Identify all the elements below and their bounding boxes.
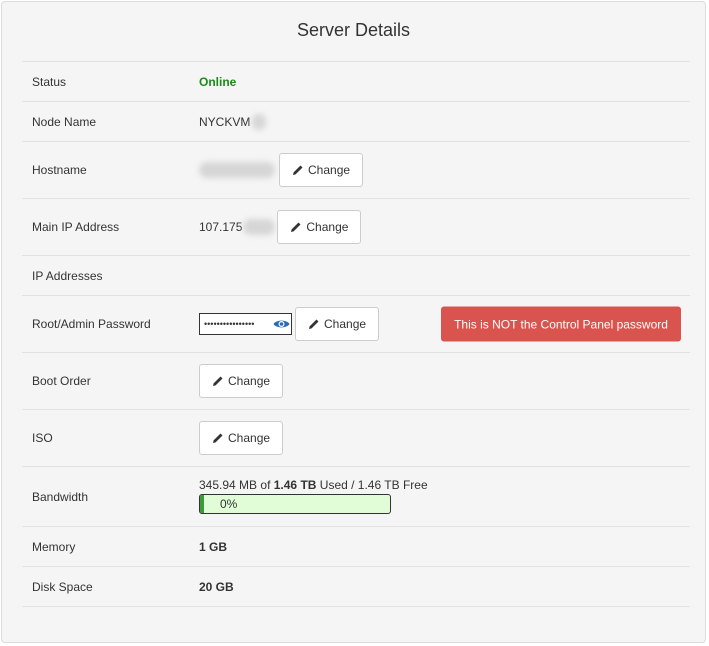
pencil-icon: [293, 165, 303, 175]
node-name-value-wrap: NYCKVM: [199, 113, 267, 130]
password-field[interactable]: ••••••••••••••••: [199, 313, 292, 335]
main-ip-value-wrap: 107.175 Change: [199, 210, 362, 244]
main-ip-change-button[interactable]: Change: [277, 210, 362, 244]
row-hostname: Hostname Change: [22, 142, 690, 199]
pencil-icon: [291, 222, 301, 232]
node-name-value: NYCKVM: [199, 114, 251, 129]
bandwidth-percent: 0%: [220, 497, 238, 511]
main-ip-value: 107.175: [199, 220, 243, 234]
row-ip-addresses: IP Addresses: [22, 256, 690, 296]
ip-addresses-label: IP Addresses: [32, 268, 103, 283]
bandwidth-total: 1.46 TB: [273, 478, 317, 492]
row-node-name: Node Name NYCKVM: [22, 102, 690, 142]
pencil-icon: [213, 433, 223, 443]
iso-value-wrap: Change: [199, 421, 284, 455]
hostname-label: Hostname: [32, 163, 87, 177]
details-table: Status Online Node Name NYCKVM Hostname …: [22, 61, 690, 607]
password-label: Root/Admin Password: [32, 317, 151, 331]
pencil-icon: [309, 319, 319, 329]
bandwidth-progress-bar: 0%: [199, 494, 391, 514]
node-name-label: Node Name: [32, 114, 97, 129]
bandwidth-text: 345.94 MB of 1.46 TB Used / 1.46 TB Free: [199, 478, 428, 492]
bandwidth-of: of: [260, 478, 271, 492]
memory-label: Memory: [32, 539, 76, 554]
hostname-value-wrap: Change: [199, 153, 364, 187]
iso-label: ISO: [32, 431, 53, 445]
main-ip-label: Main IP Address: [32, 220, 120, 234]
disk-space-label: Disk Space: [32, 579, 93, 594]
bandwidth-progress-fill: [200, 495, 204, 513]
change-label: Change: [228, 374, 271, 388]
boot-order-change-button[interactable]: Change: [199, 364, 284, 398]
row-main-ip: Main IP Address 107.175 Change: [22, 199, 690, 256]
panel-title: Server Details: [296, 20, 411, 40]
change-label: Change: [228, 431, 271, 445]
row-disk-space: Disk Space 20 GB: [22, 567, 690, 607]
row-iso: ISO Change: [22, 410, 690, 467]
bandwidth-used: 345.94 MB: [199, 478, 258, 492]
change-label: Change: [324, 317, 367, 331]
disk-space-value: 20 GB: [199, 579, 234, 594]
hostname-change-button[interactable]: Change: [279, 153, 364, 187]
memory-value: 1 GB: [199, 539, 228, 554]
bandwidth-suffix: Used / 1.46 TB Free: [319, 478, 428, 492]
boot-order-label: Boot Order: [32, 374, 91, 388]
bandwidth-label: Bandwidth: [32, 489, 89, 504]
server-details-panel: Server Details Status Online Node Name N…: [1, 1, 706, 643]
row-memory: Memory 1 GB: [22, 527, 690, 567]
password-warning-alert: This is NOT the Control Panel password: [441, 306, 681, 342]
iso-change-button[interactable]: Change: [199, 421, 284, 455]
bandwidth-value-wrap: 345.94 MB of 1.46 TB Used / 1.46 TB Free…: [199, 478, 428, 514]
row-password: Root/Admin Password •••••••••••••••• Cha…: [22, 296, 690, 353]
row-boot-order: Boot Order Change: [22, 353, 690, 410]
change-label: Change: [306, 220, 349, 234]
redacted-blur: [243, 219, 276, 235]
password-change-button[interactable]: Change: [295, 307, 380, 341]
redacted-blur: [199, 162, 275, 178]
eye-icon[interactable]: [273, 317, 290, 331]
boot-order-value-wrap: Change: [199, 364, 284, 398]
pencil-icon: [213, 376, 223, 386]
change-label: Change: [308, 163, 351, 177]
row-status: Status Online: [22, 62, 690, 102]
password-value-wrap: •••••••••••••••• Change: [199, 307, 380, 341]
status-value: Online: [199, 74, 237, 89]
row-bandwidth: Bandwidth 345.94 MB of 1.46 TB Used / 1.…: [22, 467, 690, 527]
redacted-blur: [252, 113, 267, 130]
status-label: Status: [32, 74, 67, 89]
password-masked: ••••••••••••••••: [204, 319, 255, 329]
